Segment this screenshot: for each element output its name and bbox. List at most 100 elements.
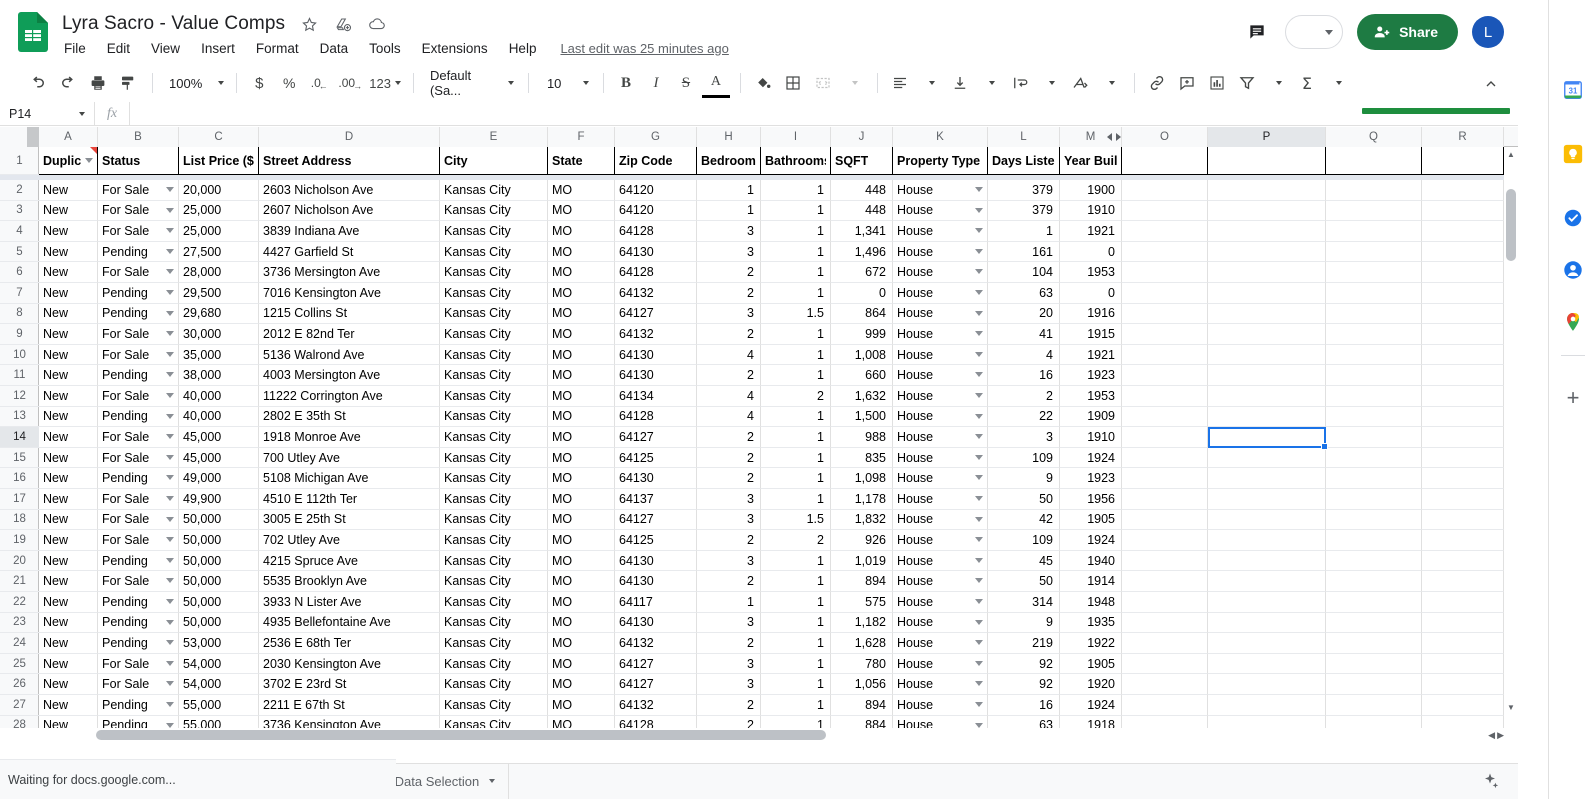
cell-dropdown-icon[interactable] xyxy=(166,722,174,728)
grid-cell[interactable]: 1922 xyxy=(1060,633,1122,654)
grid-cell[interactable]: House xyxy=(893,200,988,222)
column-title-cell[interactable] xyxy=(1422,147,1504,175)
show-hidden-column-right-icon[interactable] xyxy=(1116,133,1121,141)
grid-cell[interactable]: 1 xyxy=(761,262,831,283)
grid-cell[interactable]: 64137 xyxy=(615,489,697,510)
grid-cell[interactable]: 1923 xyxy=(1060,468,1122,489)
grid-cell[interactable]: 700 Utley Ave xyxy=(259,447,440,469)
grid-cell[interactable]: 1 xyxy=(761,612,831,634)
grid-cell[interactable]: 4 xyxy=(697,386,761,407)
grid-cell[interactable] xyxy=(1122,653,1208,675)
grid-cell[interactable]: 1 xyxy=(761,468,831,489)
grid-cell[interactable]: Kansas City xyxy=(440,386,548,407)
grid-cell[interactable]: 50 xyxy=(988,571,1060,592)
grid-cell[interactable]: New xyxy=(39,447,98,469)
percent-format-button[interactable]: % xyxy=(275,69,303,97)
column-title-cell[interactable] xyxy=(1326,147,1422,175)
insert-chart-icon[interactable] xyxy=(1203,69,1231,97)
merge-cells-icon[interactable] xyxy=(809,69,837,97)
grid-cell[interactable]: For Sale xyxy=(98,653,179,675)
google-sheets-logo[interactable] xyxy=(18,12,48,52)
column-header-Q[interactable]: Q xyxy=(1326,127,1422,147)
grid-cell[interactable]: Kansas City xyxy=(440,509,548,531)
grid-cell[interactable]: New xyxy=(39,200,98,222)
cell-dropdown-icon[interactable] xyxy=(166,290,174,295)
grid-cell[interactable]: New xyxy=(39,303,98,325)
more-formats-button[interactable]: 123 xyxy=(367,69,403,97)
grid-cell[interactable]: 1 xyxy=(761,489,831,510)
grid-cell[interactable]: 4935 Bellefontaine Ave xyxy=(259,612,440,634)
grid-cell[interactable]: New xyxy=(39,592,98,613)
grid-cell[interactable] xyxy=(1122,550,1208,572)
cell-dropdown-icon[interactable] xyxy=(975,454,983,460)
grid-cell[interactable]: MO xyxy=(548,180,615,201)
grid-cell[interactable]: 64132 xyxy=(615,324,697,345)
column-title-cell[interactable]: Zip Code xyxy=(615,147,697,175)
cell-dropdown-icon[interactable] xyxy=(166,681,174,687)
grid-cell[interactable]: 575 xyxy=(831,592,893,613)
column-header-L[interactable]: L xyxy=(988,127,1060,147)
grid-cell[interactable]: 3 xyxy=(697,303,761,325)
row-header[interactable]: 7 xyxy=(0,283,39,304)
grid-cell[interactable]: 3 xyxy=(697,489,761,510)
column-header-I[interactable]: I xyxy=(761,127,831,147)
grid-cell[interactable]: Kansas City xyxy=(440,365,548,386)
grid-cell[interactable]: Pending xyxy=(98,241,179,263)
grid-cell[interactable]: 2 xyxy=(697,447,761,469)
grid-cell[interactable]: 64130 xyxy=(615,468,697,489)
grid-cell[interactable]: 28,000 xyxy=(179,262,259,283)
cell-dropdown-icon[interactable] xyxy=(166,496,174,501)
grid-cell[interactable]: 1 xyxy=(761,550,831,572)
grid-cell[interactable]: 50 xyxy=(988,489,1060,510)
grid-cell[interactable] xyxy=(1208,468,1326,489)
grid-cell[interactable]: 1909 xyxy=(1060,406,1122,428)
grid-cell[interactable]: 64132 xyxy=(615,283,697,304)
grid-cell[interactable] xyxy=(1122,427,1208,448)
row-header[interactable]: 11 xyxy=(0,365,39,386)
grid-cell[interactable]: House xyxy=(893,324,988,345)
grid-cell[interactable]: 3933 N Lister Ave xyxy=(259,592,440,613)
grid-cell[interactable]: 64127 xyxy=(615,509,697,531)
column-header-D[interactable]: D xyxy=(259,127,440,147)
grid-cell[interactable]: Kansas City xyxy=(440,695,548,716)
grid-cell[interactable] xyxy=(1326,612,1422,634)
horizontal-align-icon[interactable] xyxy=(886,69,914,97)
grid-cell[interactable]: Pending xyxy=(98,468,179,489)
grid-cell[interactable]: MO xyxy=(548,241,615,263)
text-wrapping-icon[interactable] xyxy=(1006,69,1034,97)
grid-cell[interactable] xyxy=(1208,200,1326,222)
grid-cell[interactable]: 64130 xyxy=(615,241,697,263)
grid-cell[interactable]: Kansas City xyxy=(440,674,548,695)
grid-cell[interactable]: 1.5 xyxy=(761,509,831,531)
grid-cell[interactable]: 894 xyxy=(831,571,893,592)
grid-cell[interactable]: 2 xyxy=(761,386,831,407)
grid-cell[interactable]: 660 xyxy=(831,365,893,386)
column-title-cell[interactable]: Year Built xyxy=(1060,147,1122,175)
column-title-cell[interactable]: Street Address xyxy=(259,147,440,175)
grid-cell[interactable]: 109 xyxy=(988,530,1060,551)
grid-cell[interactable]: 4 xyxy=(697,406,761,428)
cell-dropdown-icon[interactable] xyxy=(975,187,983,192)
grid-cell[interactable]: 64125 xyxy=(615,530,697,551)
grid-cell[interactable] xyxy=(1122,221,1208,242)
grid-cell[interactable]: 40,000 xyxy=(179,406,259,428)
grid-cell[interactable] xyxy=(1422,695,1504,716)
grid-cell[interactable] xyxy=(1422,674,1504,695)
grid-cell[interactable] xyxy=(1422,283,1504,304)
grid-cell[interactable]: For Sale xyxy=(98,386,179,407)
grid-cell[interactable] xyxy=(1422,241,1504,263)
grid-cell[interactable]: New xyxy=(39,406,98,428)
grid-cell[interactable]: 2 xyxy=(697,530,761,551)
grid-cell[interactable]: 55,000 xyxy=(179,695,259,716)
grid-cell[interactable]: 30,000 xyxy=(179,324,259,345)
grid-cell[interactable] xyxy=(1208,550,1326,572)
grid-cell[interactable]: 4215 Spruce Ave xyxy=(259,550,440,572)
grid-cell[interactable]: Pending xyxy=(98,592,179,613)
grid-cell[interactable] xyxy=(1422,468,1504,489)
grid-cell[interactable]: New xyxy=(39,612,98,634)
grid-cell[interactable]: MO xyxy=(548,674,615,695)
cell-dropdown-icon[interactable] xyxy=(975,496,983,501)
grid-cell[interactable]: 1905 xyxy=(1060,509,1122,531)
grid-cell[interactable]: MO xyxy=(548,653,615,675)
grid-cell[interactable]: 1 xyxy=(761,571,831,592)
